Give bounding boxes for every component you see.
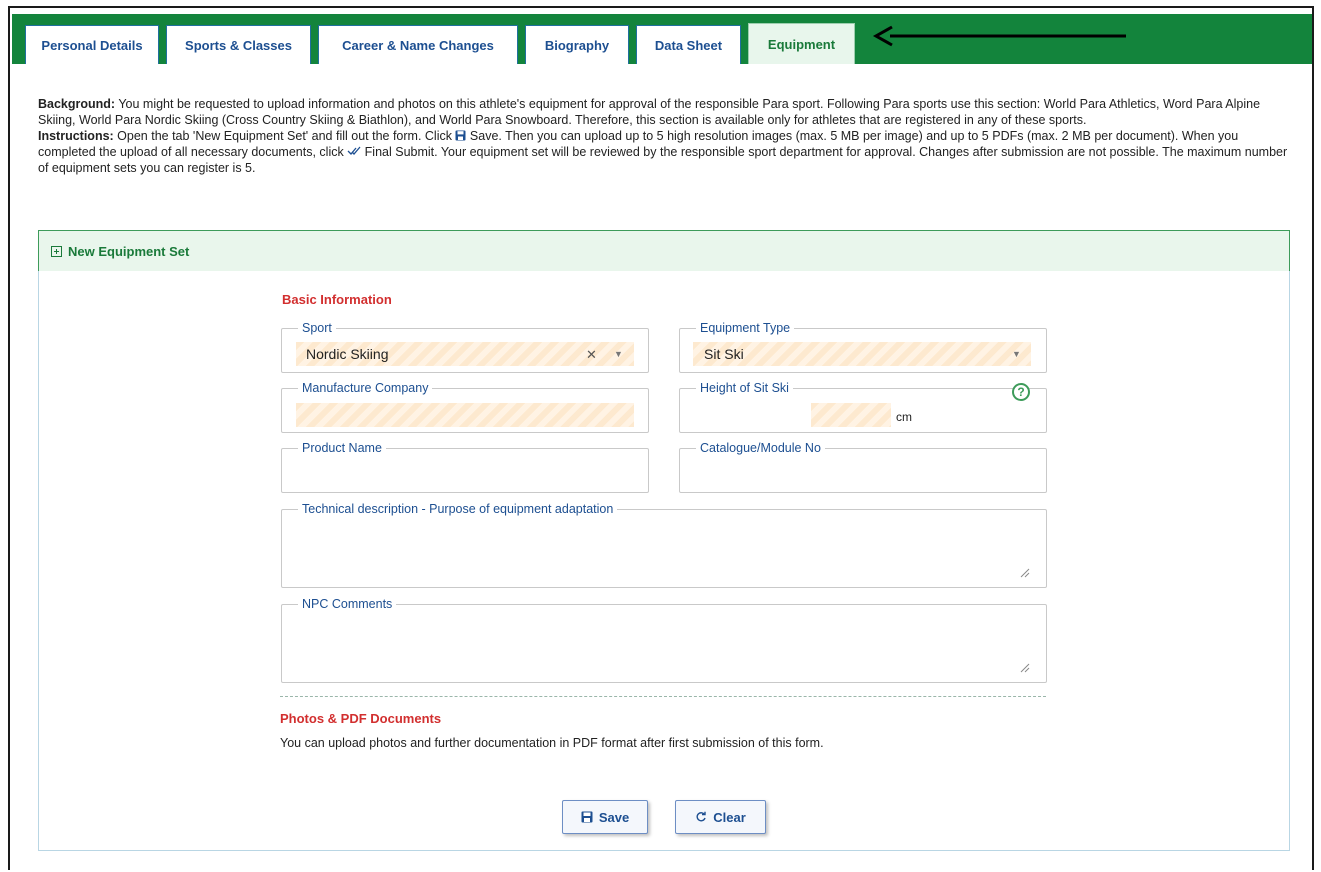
npc-comments-label: NPC Comments [302,597,393,611]
npc-comments-textarea[interactable]: NPC Comments [281,597,1047,683]
resize-handle-icon[interactable] [1020,663,1030,673]
tab-data-sheet[interactable]: Data Sheet [636,25,741,64]
technical-description-textarea[interactable]: Technical description - Purpose of equip… [281,502,1047,588]
equipment-type-label: Equipment Type [700,321,791,335]
clear-button-label: Clear [713,809,746,825]
resize-handle-icon[interactable] [1020,568,1030,578]
save-button-label: Save [598,809,630,825]
chevron-down-icon[interactable]: ▼ [614,349,623,359]
double-check-icon [347,146,361,155]
manufacture-company-input[interactable] [296,403,634,427]
background-paragraph: Background: You might be requested to up… [38,97,1261,127]
save-button[interactable]: Save [562,800,648,834]
basic-information-title: Basic Information [282,292,392,307]
instructions-paragraph: Instructions: Open the tab 'New Equipmen… [38,129,1288,175]
product-name-label: Product Name [302,441,382,455]
sport-value: Nordic Skiing [306,346,389,362]
section-divider [280,696,1046,697]
floppy-disk-icon [455,130,466,141]
plus-square-icon [51,245,62,257]
height-of-sit-ski-label: Height of Sit Ski [700,381,789,395]
equipment-type-required-fill [693,342,1031,366]
technical-description-label: Technical description - Purpose of equip… [302,502,614,516]
height-unit-label: cm [896,410,912,424]
equipment-type-value: Sit Ski [704,346,744,362]
panel-title: New Equipment Set [68,243,190,259]
tab-personal-details[interactable]: Personal Details [25,25,159,64]
tab-sports-classes[interactable]: Sports & Classes [166,25,311,64]
floppy-disk-icon [581,811,593,823]
height-of-sit-ski-input[interactable] [811,403,891,427]
tab-biography[interactable]: Biography [525,25,629,64]
tab-career-name-changes[interactable]: Career & Name Changes [318,25,518,64]
chevron-down-icon[interactable]: ▼ [1012,349,1021,359]
manufacture-company-label: Manufacture Company [302,381,429,395]
help-icon[interactable]: ? [1012,383,1030,401]
catalogue-module-no-label: Catalogue/Module No [700,441,821,455]
intro-text: Background: You might be requested to up… [38,96,1294,176]
new-equipment-set-toggle[interactable]: New Equipment Set [38,230,1290,272]
sport-label: Sport [302,321,332,335]
photos-upload-note: You can upload photos and further docume… [280,736,824,750]
annotation-arrow-left-icon [872,25,1126,47]
photos-pdf-title: Photos & PDF Documents [280,711,442,726]
catalogue-module-no-field[interactable]: Catalogue/Module No [679,441,1047,493]
clear-selection-icon[interactable]: ✕ [586,347,597,363]
clear-button[interactable]: Clear [675,800,766,834]
tab-equipment[interactable]: Equipment [748,23,855,64]
refresh-icon [696,811,706,822]
product-name-field[interactable]: Product Name [281,441,649,493]
